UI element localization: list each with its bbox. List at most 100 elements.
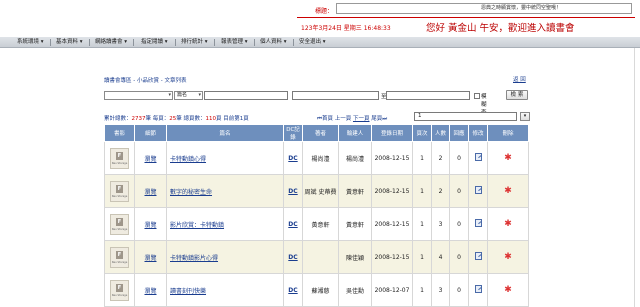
delete-icon[interactable]: ✱: [504, 252, 512, 262]
people-cell: 3: [431, 273, 450, 307]
menu-assigned-reading[interactable]: 指定閱讀 ▾: [141, 38, 168, 47]
table-header: 書影 細節 篇名 DC記錄 著者 輸建人 登錄日期 頁次 人數 回應 修改 刪除: [104, 124, 529, 142]
author-cell: 蘇湘慈: [302, 273, 339, 307]
col-people[interactable]: 人數: [431, 124, 450, 142]
author-cell: 黃意軒: [302, 207, 339, 241]
delete-icon[interactable]: ✱: [504, 153, 512, 163]
article-title-link[interactable]: 數字的秘密生命: [170, 189, 212, 196]
record-stats: 累計總數：2737筆 每頁：25筆 總頁數：110頁 目前第1頁: [104, 116, 249, 122]
col-edit: 修改: [468, 124, 488, 142]
detail-link[interactable]: 瀏覽: [144, 156, 156, 163]
book-cover-image[interactable]: F Neu Storage: [110, 246, 129, 268]
file-icon: F: [116, 283, 123, 292]
category-select[interactable]: ▾: [104, 91, 173, 100]
book-cover-image[interactable]: F Neu Storage: [110, 279, 129, 301]
fuzzy-checkbox[interactable]: [474, 93, 480, 99]
pages-cell: 1: [412, 240, 432, 274]
replies-cell: 0: [449, 240, 469, 274]
detail-link[interactable]: 瀏覽: [144, 189, 156, 196]
table-row: F Neu Storage 瀏覽 卡特動鎮影片心得 DC 陳佳穎 2008-12-…: [104, 240, 529, 274]
pages-cell: 1: [412, 141, 432, 175]
dc-record-link[interactable]: DC: [288, 287, 297, 294]
creator-cell: 楊尚澧: [338, 141, 372, 175]
book-cover-image[interactable]: F Neu Storage: [110, 213, 129, 235]
dc-record-link[interactable]: DC: [288, 188, 297, 195]
article-title-link[interactable]: 影片欣賞：卡特動鎮: [170, 222, 224, 229]
delete-icon[interactable]: ✱: [504, 219, 512, 229]
col-date[interactable]: 登錄日期: [371, 124, 413, 142]
chevron-down-icon: ▾: [198, 92, 201, 98]
date-to-input[interactable]: [386, 91, 470, 100]
creator-cell: 黃意軒: [338, 207, 372, 241]
menu-reports[interactable]: 報表管理 ▾: [221, 38, 248, 47]
edit-icon[interactable]: [474, 153, 482, 161]
first-page-link[interactable]: ⏮首頁: [317, 116, 333, 122]
col-creator[interactable]: 輸建人: [338, 124, 372, 142]
menu-logout[interactable]: 安全退出 ▾: [299, 38, 326, 47]
menu-separator: [89, 39, 90, 46]
breadcrumb: 讀書會專區 - 小品欣賞 - 文章列表: [104, 78, 187, 84]
article-table: 書影 細節 篇名 DC記錄 著者 輸建人 登錄日期 頁次 人數 回應 修改 刪除…: [104, 124, 529, 307]
detail-link[interactable]: 瀏覽: [144, 288, 156, 295]
menu-online-club[interactable]: 網絡讀書會 ▾: [95, 38, 127, 47]
table-row: F Neu Storage 瀏覽 影片欣賞：卡特動鎮 DC 黃意軒 黃意軒 200…: [104, 207, 529, 241]
people-cell: 3: [431, 207, 450, 241]
menu-separator: [293, 39, 294, 46]
edit-icon[interactable]: [474, 186, 482, 194]
cover-caption: Neu Storage: [111, 194, 128, 198]
next-page-link[interactable]: 下一頁: [353, 116, 370, 122]
date-cell: 2008-12-15: [371, 174, 413, 208]
author-cell: 楊尚澧: [302, 141, 339, 175]
menu-basic-data[interactable]: 基本資料 ▾: [56, 38, 83, 47]
col-title[interactable]: 篇名: [166, 124, 284, 142]
book-cover-image[interactable]: F Neu Storage: [110, 147, 129, 169]
edit-icon[interactable]: [474, 252, 482, 260]
date-cell: 2008-12-15: [371, 141, 413, 175]
col-author[interactable]: 著者: [302, 124, 339, 142]
col-detail: 細節: [134, 124, 167, 142]
menu-profile[interactable]: 個人資料 ▾: [260, 38, 287, 47]
detail-link[interactable]: 瀏覽: [144, 255, 156, 262]
greeting-text: 您好 黃金山 午安，歡迎進入讀書會: [426, 23, 575, 34]
people-cell: 4: [431, 240, 450, 274]
date-cell: 2008-12-15: [371, 207, 413, 241]
table-row: F Neu Storage 瀏覽 數字的秘密生命 DC 周斌 史蒂費 黃意軒 20…: [104, 174, 529, 208]
field-select[interactable]: 篇名 ▾: [174, 91, 203, 100]
file-icon: F: [116, 250, 123, 259]
main-menu: 系統環境 ▾ 基本資料 ▾ 網絡讀書會 ▾ 指定閱讀 ▾ 排行統計 ▾ 報表管理…: [0, 37, 640, 48]
col-replies[interactable]: 回應: [449, 124, 469, 142]
creator-cell: 吳佳勳: [338, 273, 372, 307]
replies-cell: 0: [449, 273, 469, 307]
delete-icon[interactable]: ✱: [504, 186, 512, 196]
file-icon: F: [116, 151, 123, 160]
dc-record-link[interactable]: DC: [288, 221, 297, 228]
table-row: F Neu Storage 瀏覽 卡特動鎮心得 DC 楊尚澧 楊尚澧 2008-1…: [104, 141, 529, 175]
prev-page-link[interactable]: 上一頁: [335, 116, 352, 122]
date-cell: 2008-12-15: [371, 240, 413, 274]
dc-record-link[interactable]: DC: [288, 254, 297, 261]
creator-cell: 黃意軒: [338, 174, 372, 208]
article-title-link[interactable]: 卡特動鎮心得: [170, 156, 206, 163]
delete-icon[interactable]: ✱: [504, 285, 512, 295]
article-title-link[interactable]: 卡特動鎮影片心得: [170, 255, 218, 262]
detail-link[interactable]: 瀏覽: [144, 222, 156, 229]
col-delete: 刪除: [487, 124, 529, 142]
col-dc: DC記錄: [283, 124, 303, 142]
keyword-input[interactable]: [204, 91, 288, 100]
back-link[interactable]: 返 回: [513, 75, 526, 83]
last-page-link[interactable]: 尾頁⏭: [371, 116, 387, 122]
search-button[interactable]: 檢 索: [506, 90, 528, 100]
article-title-link[interactable]: 讀書刻刊快樂: [170, 288, 206, 295]
date-from-input[interactable]: [292, 91, 379, 100]
marquee-box: 恩典之時顯賞懷，靈中統同空聖哦！: [336, 3, 632, 14]
menu-rankings[interactable]: 排行統計 ▾: [181, 38, 208, 47]
page-select-button[interactable]: ▾: [520, 112, 530, 121]
edit-icon[interactable]: [474, 219, 482, 227]
book-cover-image[interactable]: F Neu Storage: [110, 180, 129, 202]
menu-system[interactable]: 系統環境 ▾: [17, 38, 44, 47]
edit-icon[interactable]: [474, 285, 482, 293]
cover-caption: Neu Storage: [111, 293, 128, 297]
page-number-input[interactable]: 1: [414, 112, 517, 121]
col-pages[interactable]: 頁次: [412, 124, 432, 142]
dc-record-link[interactable]: DC: [288, 155, 297, 162]
